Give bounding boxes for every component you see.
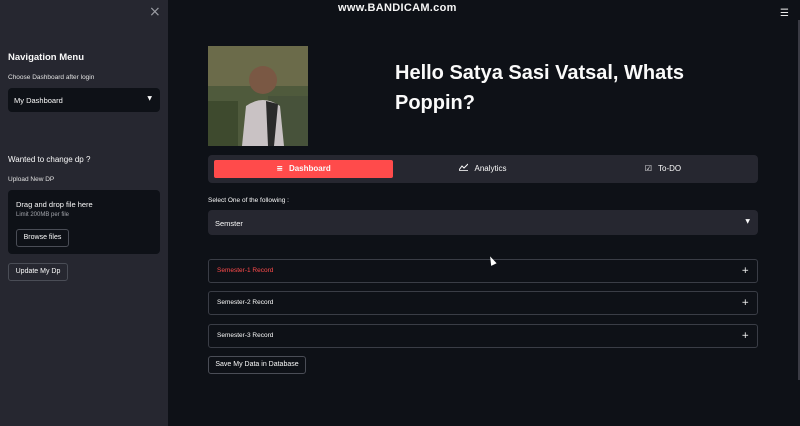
dropzone-limit: Limit 200MB per file (16, 212, 70, 218)
sidebar-title: Navigation Menu (8, 52, 85, 63)
tab-analytics[interactable]: Analytics (393, 160, 573, 178)
hamburger-menu-icon[interactable]: ☰ (780, 8, 789, 19)
option-menu: ≡ Dashboard Analytics ☑ To-DO (208, 155, 758, 183)
tab-label: Analytics (474, 164, 507, 174)
dashboard-select-value: My Dashboard (14, 96, 63, 105)
upload-label: Upload New DP (8, 176, 55, 183)
greeting-heading: Hello Satya Sasi Vatsal, Whats Poppin? (395, 62, 685, 114)
expander-semester-3[interactable]: Semester-3 Record + (208, 324, 758, 348)
semester-select-value: Semster (215, 219, 243, 228)
browse-files-button[interactable]: Browse files (16, 229, 69, 247)
select-label: Select One of the following : (208, 197, 289, 204)
chevron-down-icon: ▼ (745, 218, 750, 225)
checkbox-icon: ☑ (644, 164, 653, 173)
close-sidebar-icon[interactable]: × (149, 4, 161, 20)
expander-label: Semester-3 Record (217, 332, 274, 339)
expander-label: Semester-2 Record (217, 299, 274, 306)
tab-todo[interactable]: ☑ To-DO (573, 160, 753, 178)
change-dp-question: Wanted to change dp ? (8, 155, 91, 164)
chevron-down-icon: ▼ (147, 95, 152, 102)
chart-line-icon (459, 160, 469, 178)
sidebar: × Navigation Menu Choose Dashboard after… (0, 0, 168, 426)
recorder-watermark: www.BANDICAM.com (338, 2, 457, 14)
tab-dashboard[interactable]: ≡ Dashboard (214, 160, 393, 178)
semester-select[interactable]: Semster ▼ (208, 210, 758, 235)
dashboard-select[interactable]: My Dashboard ▼ (8, 88, 160, 112)
menu-icon: ≡ (276, 164, 283, 173)
profile-photo (208, 46, 308, 146)
expander-label: Semester-1 Record (217, 267, 274, 274)
dashboard-prompt: Choose Dashboard after login (8, 74, 95, 81)
file-dropzone[interactable]: Drag and drop file here Limit 200MB per … (8, 190, 160, 254)
plus-icon: + (741, 266, 749, 276)
expander-semester-1[interactable]: Semester-1 Record + (208, 259, 758, 283)
update-dp-button[interactable]: Update My Dp (8, 263, 68, 281)
plus-icon: + (741, 298, 749, 308)
expander-semester-2[interactable]: Semester-2 Record + (208, 291, 758, 315)
save-data-button[interactable]: Save My Data in Database (208, 356, 306, 374)
dropzone-title: Drag and drop file here (16, 200, 93, 209)
tab-label: Dashboard (288, 164, 331, 174)
plus-icon: + (741, 331, 749, 341)
tab-label: To-DO (658, 164, 682, 174)
